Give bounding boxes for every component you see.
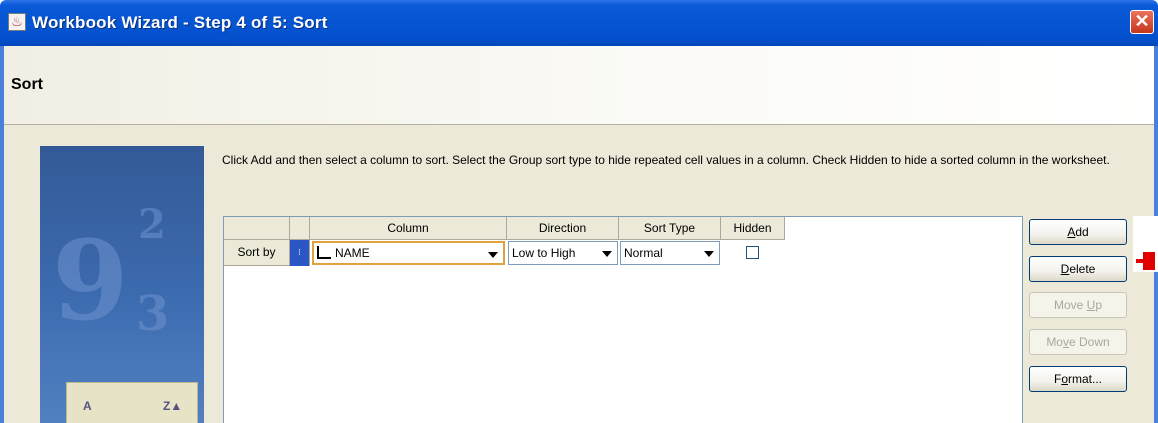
chevron-down-icon (488, 252, 498, 258)
direction-select[interactable]: Low to High (508, 241, 618, 265)
pin-marker-icon[interactable] (1143, 252, 1155, 270)
wizard-illustration: 9 2 3 A Z▲ (40, 146, 204, 423)
header-corner (224, 217, 290, 240)
illustration-digit-2: 2 (138, 201, 166, 248)
illustration-digit-3: 3 (136, 286, 170, 342)
add-label-post: dd (1075, 225, 1089, 239)
direction-select-value: Low to High (512, 246, 576, 260)
delete-label-post: elete (1069, 262, 1096, 276)
illustration-sort-card: A Z▲ (66, 382, 198, 423)
move-up-label-pre: Move (1053, 298, 1087, 312)
hidden-checkbox[interactable] (746, 246, 759, 259)
move-down-label-pre: Mo (1046, 335, 1063, 349)
header-column[interactable]: Column (310, 217, 507, 240)
chevron-down-icon (602, 251, 612, 257)
column-type-icon (317, 246, 331, 259)
move-down-button[interactable]: Move Down (1029, 329, 1127, 355)
column-select[interactable]: NAME (312, 241, 505, 265)
chevron-down-icon (704, 251, 714, 257)
move-up-button[interactable]: Move Up (1029, 292, 1127, 318)
format-label-key: o (1061, 372, 1068, 386)
dialog-body: Sort 9 2 3 A Z▲ Click Add and then selec… (4, 46, 1154, 423)
delete-button[interactable]: Delete (1029, 256, 1127, 282)
illustration-letter-z: Z▲ (163, 399, 183, 413)
window-title: Workbook Wizard - Step 4 of 5: Sort (32, 13, 328, 32)
row-selector[interactable]: ⁝ (290, 240, 310, 266)
java-app-icon: ♨ (8, 13, 26, 31)
add-button[interactable]: Add (1029, 219, 1127, 245)
format-label-post: rmat... (1068, 372, 1103, 386)
sort-table[interactable]: Column Direction Sort Type Hidden Sort b… (223, 216, 1023, 423)
header-selector (290, 217, 310, 240)
row-label-sort-by: Sort by (224, 240, 290, 266)
close-icon: ✕ (1134, 11, 1150, 31)
header-hidden[interactable]: Hidden (721, 217, 785, 240)
hidden-cell (721, 240, 785, 266)
column-select-value: NAME (335, 246, 370, 260)
header-direction[interactable]: Direction (507, 217, 619, 240)
instructions-text: Click Add and then select a column to so… (222, 153, 1110, 167)
header-sort-type[interactable]: Sort Type (619, 217, 721, 240)
illustration-letter-a: A (83, 399, 92, 413)
close-button[interactable]: ✕ (1130, 10, 1154, 34)
sort-type-select-value: Normal (624, 246, 663, 260)
move-up-label-post: p (1095, 298, 1103, 312)
title-bar[interactable]: ♨ Workbook Wizard - Step 4 of 5: Sort ✕ (0, 0, 1158, 46)
format-button[interactable]: Format... (1029, 366, 1127, 392)
step-header: Sort (4, 46, 1154, 125)
delete-label-key: D (1060, 262, 1070, 276)
illustration-digit-9: 9 (52, 216, 129, 345)
step-title: Sort (11, 76, 43, 93)
move-down-label-post: e Down (1068, 335, 1110, 349)
sort-type-select[interactable]: Normal (620, 241, 720, 265)
